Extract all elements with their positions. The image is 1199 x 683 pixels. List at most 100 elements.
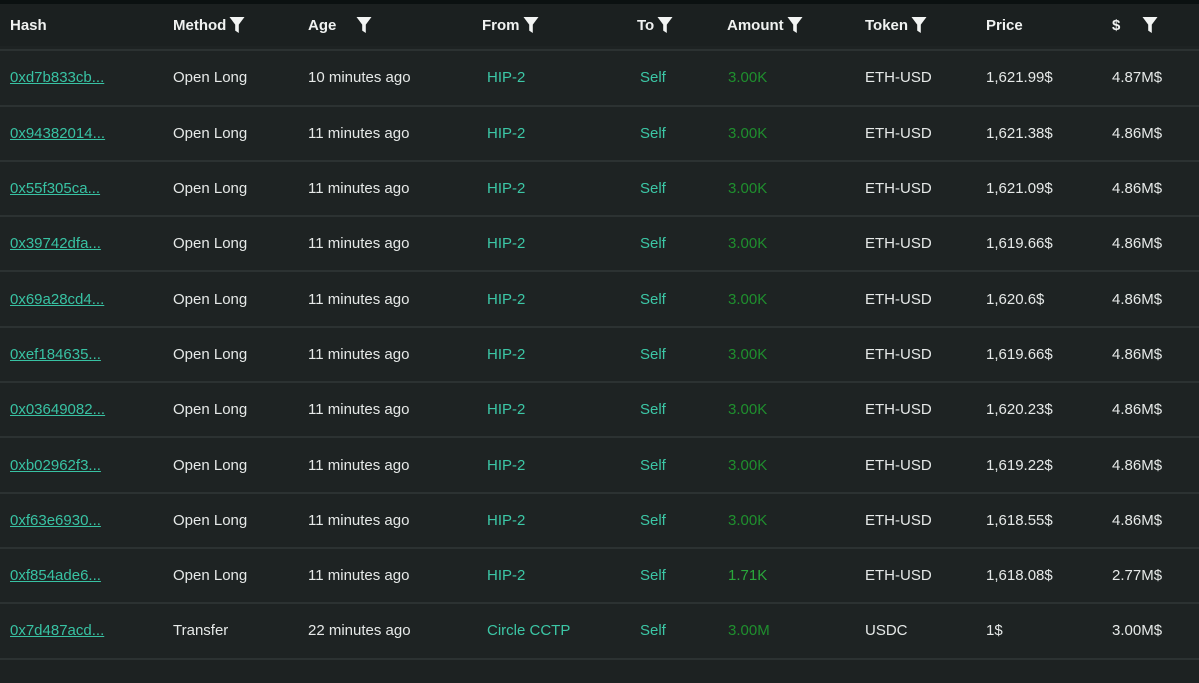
from-link[interactable]: HIP-2 [487, 272, 525, 325]
usd-value-cell: 4.86M$ [1112, 511, 1163, 529]
column-header-token[interactable]: Token [865, 4, 927, 46]
method-cell: Transfer [173, 622, 229, 640]
filter-icon[interactable] [229, 16, 245, 34]
method-cell: Open Long [173, 124, 248, 142]
amount-cell: 3.00M [728, 622, 770, 640]
filter-icon[interactable] [911, 16, 927, 34]
age-cell: 11 minutes ago [308, 235, 410, 253]
from-link[interactable]: HIP-2 [487, 328, 525, 381]
token-cell: ETH-USD [865, 180, 932, 198]
from-link[interactable]: HIP-2 [487, 438, 525, 491]
column-header-label: Age [308, 16, 337, 34]
from-link[interactable]: Circle CCTP [487, 604, 570, 657]
to-link[interactable]: Self [640, 604, 666, 657]
table-row[interactable]: 0xef184635... Open Long 11 minutes ago HIP-… [0, 327, 1199, 384]
to-link[interactable]: Self [640, 328, 666, 381]
filter-icon[interactable] [356, 16, 372, 34]
method-cell: Open Long [173, 235, 248, 253]
from-link[interactable]: HIP-2 [487, 383, 525, 436]
table-row[interactable]: 0xf63e6930... Open Long 11 minutes ago HIP-… [0, 493, 1199, 549]
hash-link[interactable]: 0x39742dfa... [10, 217, 101, 270]
column-header-method[interactable]: Method [173, 4, 245, 46]
amount-cell: 3.00K [728, 180, 768, 198]
column-header-from[interactable]: From [482, 4, 539, 46]
hash-link[interactable]: 0xf63e6930... [10, 494, 101, 547]
token-cell: ETH-USD [865, 69, 932, 87]
column-header-label: Price [986, 16, 1023, 34]
table-row[interactable]: 0x55f305ca... Open Long 11 minutes ago HIP-… [0, 161, 1199, 218]
token-cell: ETH-USD [865, 456, 932, 474]
table-row[interactable]: 0x94382014... Open Long 11 minutes ago HIP-… [0, 106, 1199, 162]
column-header-amount[interactable]: Amount [727, 4, 803, 46]
to-link[interactable]: Self [640, 438, 666, 491]
to-link[interactable]: Self [640, 272, 666, 325]
table-row[interactable]: 0xf854ade6... Open Long 11 minutes ago HIP-… [0, 548, 1199, 605]
hash-link[interactable]: 0x94382014... [10, 107, 105, 160]
age-cell: 11 minutes ago [308, 511, 410, 529]
age-cell: 11 minutes ago [308, 345, 410, 363]
age-cell: 10 minutes ago [308, 69, 411, 87]
hash-link[interactable]: 0x69a28cd4... [10, 272, 104, 325]
token-cell: ETH-USD [865, 235, 932, 253]
age-cell: 11 minutes ago [308, 456, 410, 474]
hash-link[interactable]: 0xd7b833cb... [10, 51, 104, 104]
to-link[interactable]: Self [640, 549, 666, 602]
table-row[interactable]: 0xd7b833cb... Open Long 10 minutes ago HIP-… [0, 51, 1199, 107]
amount-cell: 3.00K [728, 290, 768, 308]
from-link[interactable]: HIP-2 [487, 494, 525, 547]
table-row[interactable]: 0x39742dfa... Open Long 11 minutes ago HIP-… [0, 217, 1199, 273]
age-cell: 11 minutes ago [308, 567, 410, 585]
amount-cell: 3.00K [728, 69, 768, 87]
usd-value-cell: 4.86M$ [1112, 235, 1163, 253]
hash-link[interactable]: 0xf854ade6... [10, 549, 101, 602]
hash-link[interactable]: 0xb02962f3... [10, 438, 101, 491]
table-row[interactable]: 0x7d487acd... Transfer 22 minutes ago Circl… [0, 604, 1199, 660]
from-link[interactable]: HIP-2 [487, 549, 525, 602]
to-link[interactable]: Self [640, 162, 666, 215]
from-link[interactable]: HIP-2 [487, 162, 525, 215]
age-cell: 11 minutes ago [308, 124, 410, 142]
hash-link[interactable]: 0x7d487acd... [10, 604, 104, 657]
age-cell: 22 minutes ago [308, 622, 411, 640]
from-link[interactable]: HIP-2 [487, 107, 525, 160]
column-header-usd[interactable]: $ [1112, 4, 1158, 46]
method-cell: Open Long [173, 345, 248, 363]
transactions-table: 0x3180d3c6...Open Long10 minutes agoHIP-… [0, 0, 1199, 683]
to-link[interactable]: Self [640, 107, 666, 160]
age-cell: 11 minutes ago [308, 401, 410, 419]
table-body: 0x3180d3c6...Open Long10 minutes agoHIP-… [0, 0, 1199, 660]
to-link[interactable]: Self [640, 51, 666, 104]
usd-value-cell: 4.86M$ [1112, 456, 1163, 474]
hash-link[interactable]: 0x55f305ca... [10, 162, 100, 215]
column-header-hash[interactable]: Hash [10, 4, 47, 46]
price-cell: 1$ [986, 622, 1003, 640]
from-link[interactable]: HIP-2 [487, 51, 525, 104]
filter-icon[interactable] [1142, 16, 1158, 34]
table-row[interactable]: 0x69a28cd4... Open Long 11 minutes ago HIP-… [0, 272, 1199, 328]
method-cell: Open Long [173, 456, 248, 474]
hash-link[interactable]: 0xef184635... [10, 328, 101, 381]
method-cell: Open Long [173, 567, 248, 585]
to-link[interactable]: Self [640, 494, 666, 547]
from-link[interactable]: HIP-2 [487, 217, 525, 270]
filter-icon[interactable] [523, 16, 539, 34]
table-row[interactable]: 0x03649082... Open Long 11 minutes ago HIP-… [0, 383, 1199, 439]
to-link[interactable]: Self [640, 383, 666, 436]
price-cell: 1,619.66$ [986, 345, 1053, 363]
price-cell: 1,618.08$ [986, 567, 1053, 585]
filter-icon[interactable] [657, 16, 673, 34]
token-cell: ETH-USD [865, 124, 932, 142]
amount-cell: 3.00K [728, 345, 768, 363]
usd-value-cell: 4.86M$ [1112, 180, 1163, 198]
column-header-price[interactable]: Price [986, 4, 1023, 46]
table-row[interactable]: 0xb02962f3... Open Long 11 minutes ago HIP-… [0, 438, 1199, 494]
column-header-to[interactable]: To [637, 4, 673, 46]
column-header-label: Method [173, 16, 227, 34]
amount-cell: 3.00K [728, 456, 768, 474]
filter-icon[interactable] [787, 16, 803, 34]
amount-cell: 3.00K [728, 511, 768, 529]
to-link[interactable]: Self [640, 217, 666, 270]
column-header-age[interactable]: Age [308, 4, 372, 46]
hash-link[interactable]: 0x03649082... [10, 383, 105, 436]
price-cell: 1,619.66$ [986, 235, 1053, 253]
